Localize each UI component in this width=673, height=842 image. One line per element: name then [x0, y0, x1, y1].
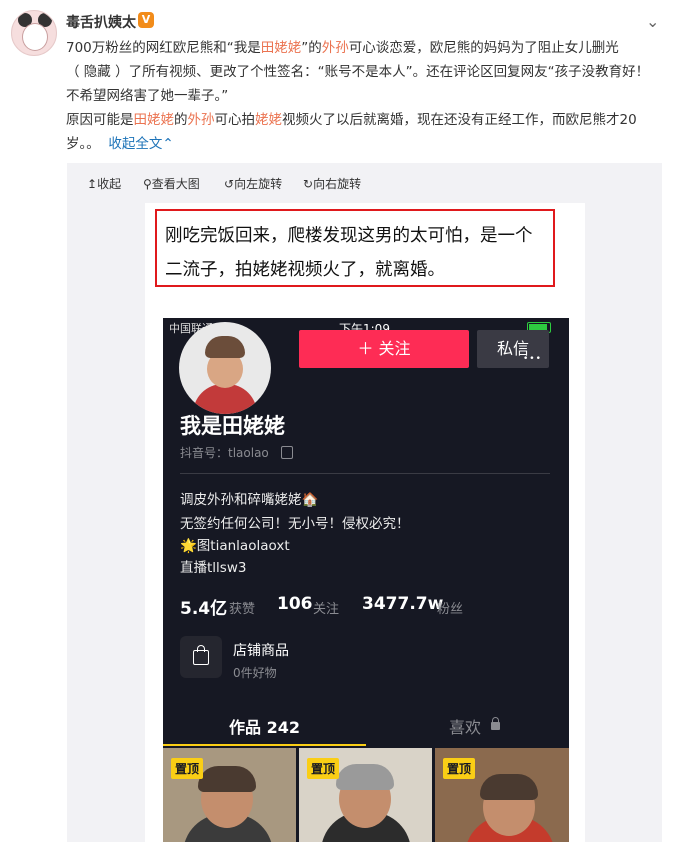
- collapse-image-button[interactable]: ↥收起: [87, 175, 121, 192]
- author-name[interactable]: 毒舌扒姨太: [66, 12, 136, 32]
- collapse-icon: ↥: [87, 177, 98, 191]
- bio-line: 直播tllsw3: [180, 560, 247, 576]
- chevron-up-icon[interactable]: ⌃: [162, 136, 173, 152]
- profile-avatar[interactable]: [179, 322, 271, 414]
- tab-works[interactable]: 作品 242: [229, 714, 300, 738]
- post-line-2: （ 隐藏 ）了所有视频、更改了个性签名：“账号不是本人”。还在评论区回复网友“孩…: [66, 64, 650, 80]
- view-large-button[interactable]: ⚲查看大图: [143, 175, 200, 192]
- collapse-text-link[interactable]: 收起全文: [108, 136, 162, 152]
- highlight-link[interactable]: 田姥姥: [134, 112, 175, 128]
- pinned-badge: 置顶: [307, 758, 340, 779]
- thumb-person-hair: [198, 766, 256, 792]
- rotate-left-button[interactable]: ↺向左旋转: [224, 175, 282, 192]
- shop-title[interactable]: 店铺商品: [233, 640, 289, 660]
- video-thumbnail[interactable]: 置顶: [299, 748, 432, 842]
- video-thumbnail[interactable]: 置顶: [435, 748, 569, 842]
- douyin-profile-screenshot: 中国联通 4G 下午1:09 ＋ 关注 私信 ••• 我是田姥姥 抖音号：tla…: [163, 318, 569, 842]
- more-dots-icon[interactable]: •••: [523, 354, 542, 364]
- shop-bag-icon[interactable]: [180, 636, 222, 678]
- likes-count[interactable]: 5.4亿: [180, 594, 227, 619]
- likes-label: 获赞: [229, 602, 256, 617]
- highlight-link[interactable]: 姥姥: [255, 112, 282, 128]
- text-span: 岁。。: [66, 136, 100, 152]
- tab-likes[interactable]: 喜欢: [449, 714, 481, 738]
- fans-label: 粉丝: [437, 602, 464, 617]
- video-thumbnail[interactable]: 置顶: [163, 748, 296, 842]
- bag-body: [193, 650, 209, 665]
- follow-button[interactable]: ＋ 关注: [299, 330, 469, 368]
- following-count[interactable]: 106: [277, 594, 313, 614]
- following-label: 关注: [313, 602, 340, 617]
- highlight-link[interactable]: 外孙: [188, 112, 215, 128]
- rotate-right-label: 向右旋转: [313, 177, 362, 191]
- pinned-badge: 置顶: [171, 758, 204, 779]
- text-span: ”的: [301, 40, 322, 56]
- shop-subtitle: 0件好物: [233, 666, 277, 680]
- highlight-link[interactable]: 外孙: [322, 40, 349, 56]
- text-span: 视频火了以后就离婚，现在还没有正经工作，而欧尼熊才20: [282, 112, 637, 128]
- weibo-post: 毒舌扒姨太 V ⌄ 700万粉丝的网红欧尼熊和“我是田姥姥”的外孙可心谈恋爱，欧…: [0, 0, 673, 842]
- view-large-label: 查看大图: [151, 177, 200, 191]
- lock-icon: [491, 717, 500, 730]
- bio-line: 无签约任何公司！无小号！侵权必究！: [180, 516, 410, 532]
- copy-icon[interactable]: [281, 446, 293, 459]
- highlight-link[interactable]: 田姥姥: [261, 40, 302, 56]
- douyin-id: 抖音号：tlaolao: [180, 446, 269, 460]
- divider: [180, 473, 550, 474]
- text-span: 原因可能是: [66, 112, 134, 128]
- avatar-hair: [205, 336, 245, 358]
- post-body: 700万粉丝的网红欧尼熊和“我是田姥姥”的外孙可心谈恋爱，欧尼熊的妈妈为了阻止女…: [66, 36, 662, 156]
- search-icon: ⚲: [143, 177, 152, 191]
- tab-underline: [163, 744, 366, 746]
- thumb-person-hair: [480, 774, 538, 800]
- collapse-label: 收起: [97, 177, 122, 191]
- bio-line: 🌟图tianlaolaoxt: [180, 538, 290, 554]
- post-line-3: 不希望网络害了她一辈子。”: [66, 88, 229, 104]
- thumb-person-hair: [336, 764, 394, 790]
- chevron-down-icon[interactable]: ⌄: [646, 12, 659, 31]
- fans-count[interactable]: 3477.7w: [362, 594, 443, 614]
- rotate-right-icon: ↻: [303, 177, 314, 191]
- text-span: 的: [174, 112, 188, 128]
- bio-line: 调皮外孙和碎嘴姥姥🏠: [180, 492, 319, 508]
- post-line-4: 原因可能是田姥姥的外孙可心拍姥姥视频火了以后就离婚，现在还没有正经工作，而欧尼熊…: [66, 108, 662, 132]
- post-line-1: 700万粉丝的网红欧尼熊和“我是田姥姥”的外孙可心谈恋爱，欧尼熊的妈妈为了阻止女…: [66, 36, 662, 60]
- text-span: 可心拍: [214, 112, 256, 128]
- caption-box: 刚吃完饭回来，爬楼发现这男的太可怕，是一个二流子，拍姥姥视频火了，就离婚。: [155, 209, 555, 287]
- text-span: 可心谈恋爱，欧尼熊的妈妈为了阻止女儿删光: [348, 40, 619, 56]
- author-avatar[interactable]: [11, 10, 57, 56]
- rotate-left-label: 向左旋转: [234, 177, 283, 191]
- avatar-face: [22, 23, 48, 51]
- pinned-badge: 置顶: [443, 758, 476, 779]
- profile-name: 我是田姥姥: [180, 414, 285, 438]
- text-span: 700万粉丝的网红欧尼熊和“我是: [66, 40, 261, 56]
- post-line-5: 岁。。 收起全文⌃: [66, 132, 662, 156]
- verified-icon: V: [138, 12, 154, 28]
- rotate-right-button[interactable]: ↻向右旋转: [303, 175, 361, 192]
- rotate-left-icon: ↺: [224, 177, 235, 191]
